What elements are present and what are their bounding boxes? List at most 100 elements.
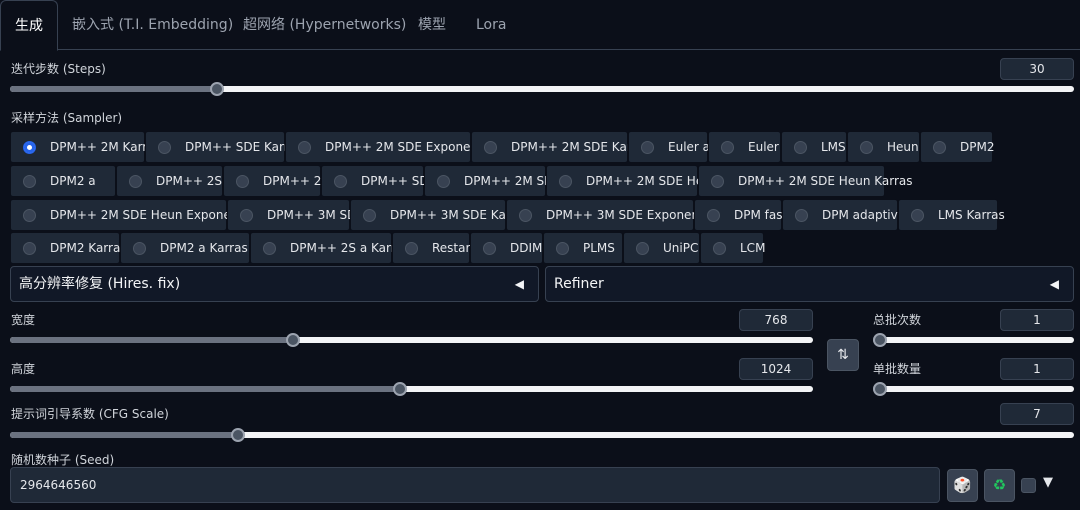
radio-icon [519,208,532,222]
batch-size-number-input[interactable]: 1 [1000,358,1074,380]
height-number-input[interactable]: 1024 [739,358,813,380]
radio-icon [911,208,924,222]
hires-fix-title: 高分辨率修复 (Hires. fix) [19,276,181,292]
sampler-option-label: Euler a [668,140,711,154]
tab-ti-embedding[interactable]: 嵌入式 (T.I. Embedding) [72,0,233,50]
sampler-option-label: DPM fast [734,208,788,222]
slider-thumb[interactable] [209,82,224,96]
radio-icon [559,174,572,188]
radio-icon [236,174,249,188]
sampler-option[interactable]: DPM++ 2S a Karras [250,232,409,264]
sampler-option[interactable]: DPM++ 2M SDE [424,165,561,197]
sampler-option[interactable]: DPM++ 2M Karras [10,131,161,163]
reuse-seed-button[interactable]: ♻ [984,469,1015,502]
steps-slider[interactable] [10,79,1074,99]
sampler-option[interactable]: DPM2 [920,131,994,163]
cfg-scale-slider[interactable] [10,425,1074,445]
slider-thumb[interactable] [392,382,407,396]
width-slider[interactable] [10,330,813,350]
slider-track [873,337,1074,343]
radio-icon [556,241,569,255]
sampler-option-label: Restart [432,241,476,255]
radio-icon [483,241,496,255]
chevron-down-icon[interactable]: ▼ [1043,475,1053,490]
batch-count-number-input[interactable]: 1 [1000,309,1074,331]
sampler-option[interactable]: DPM2 a [10,165,116,197]
sampler-option[interactable]: DPM++ 3M SDE Karras [350,199,529,231]
steps-label: 迭代步数 (Steps) [11,62,106,76]
sampler-option[interactable]: DPM2 a Karras [120,232,250,264]
sampler-option-label: DPM2 Karras [50,241,127,255]
sampler-option[interactable]: DPM++ 2M SDE Heun [546,165,718,197]
batch-count-label: 总批次数 [873,313,922,327]
sampler-option-label: DPM++ 2S a [156,174,234,188]
tab-hypernetworks[interactable]: 超网络 (Hypernetworks) [243,0,406,50]
tab-models[interactable]: 模型 [418,0,446,50]
sampler-option-label: PLMS [583,241,615,255]
seed-input[interactable]: 2964646560 [10,467,940,503]
tab-generate[interactable]: 生成 [0,0,58,51]
caret-left-icon: ◀ [514,277,524,291]
random-seed-button[interactable]: 🎲 [947,469,978,502]
radio-icon [298,140,311,154]
sampler-option[interactable]: DPM++ 2S a [116,165,233,197]
tab-bar: 生成 嵌入式 (T.I. Embedding) 超网络 (Hypernetwor… [0,0,1080,51]
radio-icon [794,140,807,154]
refiner-accordion[interactable]: Refiner ◀ [545,266,1074,302]
sampler-option[interactable]: Heun [847,131,920,163]
slider-fill [10,386,400,392]
sampler-option[interactable]: DPM adaptive [782,199,905,231]
steps-number-input[interactable]: 30 [1000,58,1074,80]
radio-icon [860,140,873,154]
sampler-option[interactable]: LMS Karras [898,199,1005,231]
slider-thumb[interactable] [873,333,887,347]
sampler-option[interactable]: DPM++ 2M SDE Heun Exponential [10,199,257,231]
slider-thumb[interactable] [286,333,301,347]
radio-icon [711,174,724,188]
sampler-row: DPM++ 2M SDE Heun Exponential DPM++ 3M SD… [10,199,1074,231]
hires-fix-accordion[interactable]: 高分辨率修复 (Hires. fix) ◀ [10,266,539,302]
slider-fill [10,86,217,92]
sampler-option[interactable]: DPM++ 3M SDE [227,199,364,231]
sampler-option[interactable]: DPM++ 2M [223,165,332,197]
radio-icon [23,208,36,222]
sampler-option[interactable]: DPM2 Karras [10,232,127,264]
sampler-option[interactable]: DPM++ 3M SDE Exponential [506,199,718,231]
sampler-row: DPM++ 2M Karras DPM++ SDE Karras DPM++ 2M … [10,131,1074,163]
dice-icon: 🎲 [953,476,972,494]
slider-thumb[interactable] [873,382,887,396]
swap-dimensions-button[interactable]: ⇅ [827,339,859,371]
sampler-option[interactable]: Euler [708,131,781,163]
extra-seed-checkbox[interactable] [1021,478,1036,493]
sampler-option[interactable]: DPM++ SDE Karras [145,131,302,163]
sampler-option-label: Euler [748,140,779,154]
sampler-option[interactable]: DDIM [470,232,543,264]
sampler-option[interactable]: Euler a [628,131,711,163]
caret-left-icon: ◀ [1049,277,1059,291]
radio-icon [23,140,36,154]
width-number-input[interactable]: 768 [739,309,813,331]
slider-track [873,386,1074,392]
sampler-option-label: DPM++ 2M SDE Heun Karras [738,174,913,188]
sampler-option[interactable]: Restart [392,232,475,264]
sampler-option[interactable]: LMS [781,131,847,163]
tab-lora[interactable]: Lora [476,0,506,50]
cfg-scale-number-input[interactable]: 7 [1000,403,1074,425]
sampler-option[interactable]: DPM++ SDE [321,165,436,197]
sampler-option[interactable]: UniPC [623,232,700,264]
slider-thumb[interactable] [230,428,245,442]
sampler-option[interactable]: LCM [700,232,765,264]
batch-size-slider[interactable] [873,379,1074,399]
height-slider[interactable] [10,379,813,399]
batch-size-label: 单批数量 [873,362,922,376]
radio-icon [334,174,347,188]
batch-count-slider[interactable] [873,330,1074,350]
radio-icon [129,174,142,188]
sampler-option[interactable]: DPM++ 2M SDE Karras [471,131,650,163]
radio-icon [240,208,253,222]
sampler-option[interactable]: DPM++ 2M SDE Exponential [285,131,497,163]
sampler-option[interactable]: PLMS [543,232,623,264]
sampler-option[interactable]: DPM fast [694,199,787,231]
sampler-option[interactable]: DPM++ 2M SDE Heun Karras [698,165,913,197]
sampler-label: 采样方法 (Sampler) [11,111,123,125]
